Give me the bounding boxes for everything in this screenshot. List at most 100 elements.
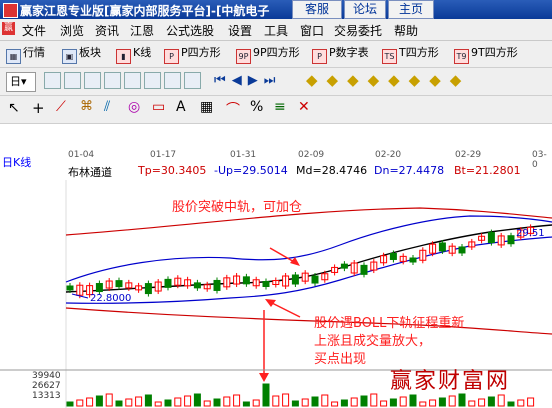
indicator-dn: Dn=27.4478 [374, 164, 445, 177]
volume-bar [291, 400, 299, 407]
volume-bar [242, 401, 250, 407]
buy-annotation-line3: 买点出现 [314, 352, 367, 367]
volume-bar [340, 399, 348, 407]
cycle-icon[interactable]: ◎ [128, 99, 140, 115]
volume-bar [331, 401, 339, 407]
volume-bar [389, 398, 397, 407]
middle-band-line [65, 224, 552, 293]
volume-bar [478, 398, 486, 407]
app-menu-icon[interactable]: 赢 [2, 22, 15, 35]
delete-drawing-icon[interactable]: ✕ [298, 99, 310, 115]
menu-browse[interactable]: 浏览 [60, 22, 84, 39]
volume-bar [135, 396, 143, 407]
volume-bar [468, 400, 476, 407]
volume-bar [115, 400, 123, 407]
lower-band-arrowhead [265, 299, 276, 307]
app-logo-icon [3, 3, 18, 18]
menu-help[interactable]: 帮助 [394, 22, 418, 39]
volume-bar [203, 400, 211, 407]
zoom-icon[interactable] [184, 72, 201, 89]
price-low-label: 22.8000 [90, 293, 131, 304]
date-tick: 01-31 [230, 150, 257, 160]
f10-icon[interactable] [84, 72, 101, 89]
refresh-icon[interactable] [64, 72, 81, 89]
buy-annotation-line2: 上涨且成交量放大， [314, 334, 432, 349]
volume-bar [144, 394, 152, 407]
gann-fan-icon[interactable]: ⌘ [80, 99, 93, 114]
fibonacci-icon[interactable]: ≡ [274, 99, 286, 115]
window-title: 赢家江恩专业版[赢家内部服务平台]-[中航电子 [20, 4, 270, 18]
indicator-bt: Bt=21.2801 [454, 164, 521, 177]
menu-info[interactable]: 资讯 [95, 22, 119, 39]
date-tick: 02-20 [375, 150, 402, 160]
stock-list-icon[interactable] [44, 72, 61, 89]
volume-bar [213, 398, 221, 407]
volume-bar [223, 396, 231, 407]
analysis-icon[interactable] [104, 72, 121, 89]
sector-button[interactable]: ▣ 板块 [62, 44, 101, 64]
volume-bar [497, 394, 505, 407]
menu-file[interactable]: 文件 [22, 22, 46, 39]
menu-tools[interactable]: 工具 [264, 22, 288, 39]
upper-band-line [65, 215, 552, 283]
volume-bar [262, 383, 270, 407]
9t-square-button[interactable]: T9 9T四方形 [454, 44, 518, 64]
jump-diamonds-icon[interactable]: ◆◆◆◆◆◆◆◆ [306, 71, 470, 89]
navigation-arrows-icon[interactable]: ⏮◀▶⏭ [214, 73, 281, 88]
price-high-label: 29.51 [516, 228, 545, 239]
cursor-icon[interactable]: ↖ [8, 100, 20, 116]
9p-square-button[interactable]: 9P 9P四方形 [236, 44, 300, 64]
tab-home[interactable]: 主页 [388, 0, 434, 19]
period-select[interactable]: 日▾ [6, 72, 36, 92]
text-icon[interactable]: A [176, 99, 186, 115]
p-square-button[interactable]: P P四方形 [164, 44, 221, 64]
volume-bar [458, 393, 466, 407]
kline-button[interactable]: ▮ K线 [116, 44, 151, 64]
crosshair-icon[interactable]: + [32, 99, 45, 117]
t-square-button[interactable]: TS T四方形 [382, 44, 439, 64]
p-number-table-button[interactable]: P P数字表 [312, 44, 369, 64]
trend-line-icon[interactable]: ⟋ [56, 99, 66, 115]
arc-icon[interactable]: ⌒ [226, 99, 240, 119]
far-upper-band [65, 207, 552, 236]
tab-forum[interactable]: 论坛 [344, 0, 386, 19]
menu-settings[interactable]: 设置 [228, 22, 252, 39]
date-tick: 02-09 [298, 150, 325, 160]
volume-bar [125, 398, 133, 407]
chart-icon[interactable] [124, 72, 141, 89]
menu-formula[interactable]: 公式选股 [166, 22, 214, 39]
volume-bar [301, 398, 309, 407]
percent-icon[interactable]: % [250, 99, 263, 115]
volume-bar [174, 397, 182, 407]
menu-gann[interactable]: 江恩 [130, 22, 154, 39]
lower-band-arrow [269, 301, 301, 318]
ts-square-icon: TS [382, 49, 397, 64]
watermark-logo: 赢家财富网 [390, 369, 511, 394]
volume-bar [380, 400, 388, 407]
lower-band-line [65, 236, 552, 304]
compare-icon[interactable] [144, 72, 161, 89]
menu-bar: 赢 文件 浏览 资讯 江恩 公式选股 设置 工具 窗口 交易委托 帮助 [0, 19, 552, 41]
volume-bar [419, 401, 427, 407]
parallel-icon[interactable]: ⫽ [104, 99, 110, 115]
volume-bar [409, 394, 417, 407]
indicator-readout: 布林通道 Tp=30.3405 -Up=29.5014 Md=28.4746 D… [0, 164, 552, 180]
gann-square-icon[interactable]: ▦ [200, 99, 213, 115]
volume-bar [370, 393, 378, 407]
quotes-button[interactable]: ▦ 行情 [6, 44, 45, 64]
date-tick: 01-04 [68, 150, 95, 160]
calendar-icon[interactable] [164, 72, 181, 89]
menu-window[interactable]: 窗口 [300, 22, 324, 39]
volume-bar [350, 397, 358, 407]
tab-customer-service[interactable]: 客服 [292, 0, 342, 19]
chart-header-blank [0, 124, 552, 150]
date-tick: 01-17 [150, 150, 177, 160]
volume-bar [272, 395, 280, 407]
menu-trade[interactable]: 交易委托 [334, 22, 382, 39]
volume-label-mid: 26627 [32, 381, 61, 391]
volume-bar [487, 396, 495, 407]
rectangle-icon[interactable]: ▭ [152, 99, 165, 115]
p-number-icon: P [312, 49, 327, 64]
volume-bar [252, 399, 260, 407]
volume-bar [184, 395, 192, 407]
